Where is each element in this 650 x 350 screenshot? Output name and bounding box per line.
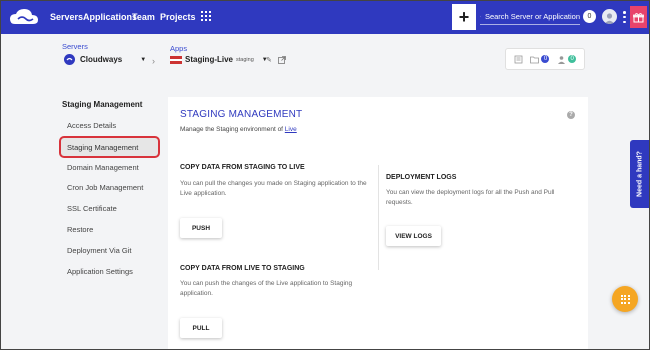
help-icon[interactable]: ? (567, 111, 575, 119)
sidebar-item-access-details[interactable]: Access Details (67, 121, 116, 130)
sidebar-item-staging-management[interactable]: Staging Management (59, 136, 160, 158)
cloudways-icon (64, 54, 75, 65)
sidebar-title: Staging Management (62, 100, 143, 109)
description-text: Manage the Staging environment of (180, 126, 285, 133)
pull-heading: COPY DATA FROM LIVE TO STAGING (180, 265, 305, 272)
avatar[interactable] (602, 9, 617, 24)
push-heading: COPY DATA FROM STAGING TO LIVE (180, 164, 305, 171)
column-divider (378, 165, 379, 270)
external-link-icon[interactable] (278, 56, 286, 64)
staging-management-card: STAGING MANAGEMENT ? Manage the Staging … (168, 97, 588, 350)
push-button[interactable]: PUSH (180, 218, 222, 238)
top-navigation-bar: Servers Applications Team Projects + Sea… (0, 0, 650, 34)
folder-icon (530, 56, 540, 63)
pull-button[interactable]: PULL (180, 318, 222, 338)
push-description: You can pull the changes you made on Sta… (180, 180, 367, 197)
pull-description: You can push the changes of the Live app… (180, 280, 353, 297)
need-a-hand-tab[interactable]: Need a hand? (630, 140, 650, 208)
sidebar-item-domain-management[interactable]: Domain Management (67, 163, 139, 172)
nav-applications[interactable]: Applications (83, 12, 137, 22)
apps-label: Apps (170, 44, 188, 53)
resource-stats: 0 0 (505, 48, 585, 70)
grid-icon (620, 294, 630, 304)
app-flag-icon (170, 55, 182, 64)
logs-description: You can view the deployment logs for all… (386, 189, 555, 206)
sidebar-item-deployment-via-git[interactable]: Deployment Via Git (67, 246, 131, 255)
sidebar-item-ssl-certificate[interactable]: SSL Certificate (67, 204, 117, 213)
users-count-badge: 0 (568, 55, 577, 63)
app-tag: staging (236, 56, 254, 63)
apps-grid-icon[interactable] (201, 11, 211, 21)
chevron-right-icon: › (152, 56, 155, 66)
gift-icon (633, 12, 644, 22)
nav-projects[interactable]: Projects (160, 12, 196, 22)
notification-count[interactable]: 0 (583, 10, 596, 23)
app-name: Staging-Live (185, 55, 234, 64)
users-icon (558, 55, 566, 64)
nav-team[interactable]: Team (132, 12, 155, 22)
edit-pencil-icon[interactable]: ✎ (266, 56, 272, 64)
live-app-link[interactable]: Live (285, 126, 297, 133)
sidebar-item-application-settings[interactable]: Application Settings (67, 267, 133, 276)
sidebar-item-label: Staging Management (67, 143, 139, 152)
folder-count-badge: 0 (541, 55, 550, 63)
sidebar-item-cron-job-management[interactable]: Cron Job Management (67, 183, 143, 192)
app-selector[interactable]: Staging-Live staging ▼ (170, 55, 268, 64)
servers-label: Servers (62, 42, 88, 51)
page-title: STAGING MANAGEMENT (180, 109, 303, 120)
cloudways-logo[interactable] (9, 8, 39, 26)
server-selector[interactable]: Cloudways ▼ (64, 54, 146, 65)
search-input[interactable]: Search Server or Application (480, 9, 580, 25)
view-logs-button[interactable]: VIEW LOGS (386, 226, 441, 246)
search-icon (480, 16, 481, 17)
user-avatar-icon (604, 13, 615, 24)
list-icon (514, 55, 523, 63)
quick-actions-button[interactable] (612, 286, 638, 312)
server-name: Cloudways (80, 55, 123, 64)
logs-heading: DEPLOYMENT LOGS (386, 174, 457, 181)
more-menu-icon[interactable] (623, 11, 626, 23)
caret-down-icon: ▼ (140, 56, 147, 63)
stat-list[interactable] (514, 55, 523, 64)
page-description: Manage the Staging environment of Live (180, 126, 297, 133)
search-placeholder: Search Server or Application (484, 12, 580, 21)
need-a-hand-label: Need a hand? (636, 151, 644, 197)
sidebar-item-restore[interactable]: Restore (67, 225, 93, 234)
gift-button[interactable] (630, 6, 647, 28)
stat-users[interactable]: 0 (557, 55, 577, 64)
nav-servers[interactable]: Servers (50, 12, 83, 22)
stat-folder[interactable]: 0 (530, 55, 550, 64)
add-button[interactable]: + (452, 4, 476, 30)
